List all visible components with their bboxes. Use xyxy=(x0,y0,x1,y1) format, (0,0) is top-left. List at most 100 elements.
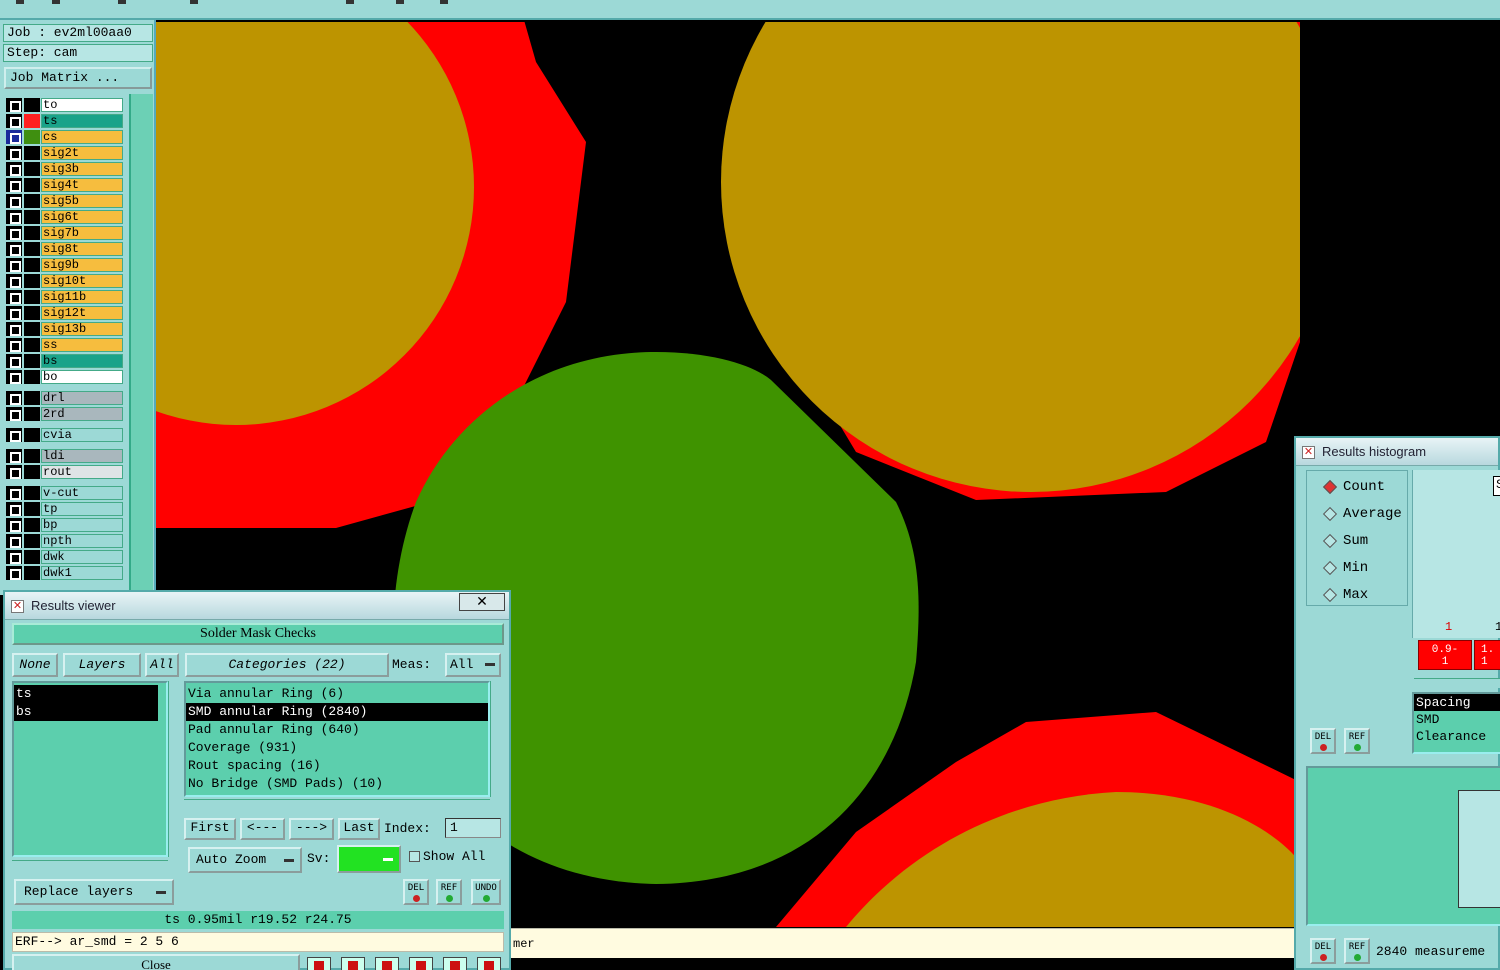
layer-checkbox[interactable] xyxy=(6,242,22,256)
layer-row-drl[interactable]: drl xyxy=(5,390,125,405)
categories-hscrollbar[interactable] xyxy=(184,799,490,811)
layer-color-swatch[interactable] xyxy=(24,428,40,442)
refresh-button[interactable]: REF xyxy=(1344,728,1370,754)
list-item[interactable]: ts xyxy=(14,685,158,703)
layer-row-ts[interactable]: ts xyxy=(5,113,125,128)
layer-checkbox[interactable] xyxy=(6,449,22,463)
layer-name[interactable]: sig9b xyxy=(41,258,123,272)
histogram-hscrollbar[interactable] xyxy=(1414,678,1500,688)
layer-name[interactable]: cvia xyxy=(41,428,123,442)
layer-color-swatch[interactable] xyxy=(24,290,40,304)
categories-list[interactable]: Via annular Ring (6) SMD annular Ring (28… xyxy=(184,681,490,797)
category-item[interactable]: SMD annular Ring (2840) xyxy=(186,703,488,721)
refresh-button[interactable]: REF xyxy=(1344,938,1370,964)
layer-color-swatch[interactable] xyxy=(24,407,40,421)
layer-row-sig5b[interactable]: sig5b xyxy=(5,193,125,208)
layer-row-sig13b[interactable]: sig13b xyxy=(5,321,125,336)
layer-row-ldi[interactable]: ldi xyxy=(5,448,125,463)
layer-row-cvia[interactable]: cvia xyxy=(5,427,125,442)
close-button[interactable]: Close xyxy=(12,954,300,970)
mode-radio-max[interactable]: Max xyxy=(1319,585,1368,605)
layer-color-swatch[interactable] xyxy=(24,449,40,463)
layer-row-v-cut[interactable]: v-cut xyxy=(5,485,125,500)
layer-name[interactable]: ts xyxy=(41,114,123,128)
list-item[interactable]: bs xyxy=(14,703,158,721)
layer-row-bp[interactable]: bp xyxy=(5,517,125,532)
histogram-bin[interactable]: 1. 1 xyxy=(1474,640,1500,670)
layer-row-rout[interactable]: rout xyxy=(5,464,125,479)
layer-checkbox[interactable] xyxy=(6,210,22,224)
layer-color-swatch[interactable] xyxy=(24,534,40,548)
layer-row-sig6t[interactable]: sig6t xyxy=(5,209,125,224)
prev-button[interactable]: <--- xyxy=(240,818,285,840)
category-item[interactable]: Coverage (931) xyxy=(186,739,488,757)
layer-checkbox[interactable] xyxy=(6,534,22,548)
layer-row-npth[interactable]: npth xyxy=(5,533,125,548)
layer-name[interactable]: sig2t xyxy=(41,146,123,160)
next-button[interactable]: ---> xyxy=(289,818,334,840)
layer-color-swatch[interactable] xyxy=(24,338,40,352)
sv-color-select[interactable] xyxy=(337,845,401,873)
layer-name[interactable]: sig7b xyxy=(41,226,123,240)
layer-name[interactable]: tp xyxy=(41,502,123,516)
layer-checkbox[interactable] xyxy=(6,518,22,532)
layer-row-sig3b[interactable]: sig3b xyxy=(5,161,125,176)
categories-scrollbar[interactable] xyxy=(490,681,504,797)
layer-name[interactable]: bo xyxy=(41,370,123,384)
layer-color-swatch[interactable] xyxy=(24,162,40,176)
delete-button[interactable]: DEL xyxy=(1310,728,1336,754)
layer-row-tp[interactable]: tp xyxy=(5,501,125,516)
layer-color-swatch[interactable] xyxy=(24,178,40,192)
measurement-type-list[interactable]: Spacing SMD Clearance xyxy=(1412,692,1500,754)
meas-select[interactable]: All xyxy=(445,653,501,677)
category-item[interactable]: No Bridge (SMD Pads) (10) xyxy=(186,775,488,793)
layer-checkbox[interactable] xyxy=(6,178,22,192)
list-item[interactable]: Spacing xyxy=(1414,694,1500,711)
histogram-settings-button[interactable]: S xyxy=(1493,476,1500,496)
layer-color-swatch[interactable] xyxy=(24,258,40,272)
layer-color-swatch[interactable] xyxy=(24,146,40,160)
histogram-bin[interactable]: 0.9- 1 xyxy=(1418,640,1472,670)
show-all-checkbox[interactable] xyxy=(409,851,420,862)
layer-color-swatch[interactable] xyxy=(24,370,40,384)
layer-checkbox[interactable] xyxy=(6,502,22,516)
layer-checkbox[interactable] xyxy=(6,194,22,208)
layer-name[interactable]: sig6t xyxy=(41,210,123,224)
layer-checkbox[interactable] xyxy=(6,428,22,442)
layer-row-sig12t[interactable]: sig12t xyxy=(5,305,125,320)
layer-row-2rd[interactable]: 2rd xyxy=(5,406,125,421)
layer-name[interactable]: rout xyxy=(41,465,123,479)
layer-row-sig10t[interactable]: sig10t xyxy=(5,273,125,288)
layer-row-bo[interactable]: bo xyxy=(5,369,125,384)
layer-name[interactable]: drl xyxy=(41,391,123,405)
results-viewer-titlebar[interactable]: ✕ Results viewer ✕ xyxy=(5,592,509,620)
delete-button[interactable]: DEL xyxy=(1310,938,1336,964)
category-item[interactable]: Pad annular Ring (640) xyxy=(186,721,488,739)
histogram-titlebar[interactable]: ✕ Results histogram xyxy=(1296,438,1498,466)
layer-color-swatch[interactable] xyxy=(24,210,40,224)
layer-color-swatch[interactable] xyxy=(24,518,40,532)
layer-row-sig9b[interactable]: sig9b xyxy=(5,257,125,272)
layer-color-swatch[interactable] xyxy=(24,550,40,564)
layer-color-swatch[interactable] xyxy=(24,322,40,336)
close-window-button[interactable]: ✕ xyxy=(459,593,505,611)
mode-radio-average[interactable]: Average xyxy=(1319,504,1402,524)
undo-button[interactable]: UNDO xyxy=(471,879,501,905)
mode-radio-min[interactable]: Min xyxy=(1319,558,1368,578)
layer-color-swatch[interactable] xyxy=(24,465,40,479)
layer-checkbox[interactable] xyxy=(6,258,22,272)
layer-color-swatch[interactable] xyxy=(24,194,40,208)
layer-row-dwk1[interactable]: dwk1 xyxy=(5,565,125,580)
layer-checkbox[interactable] xyxy=(6,146,22,160)
layer-name[interactable]: dwk xyxy=(41,550,123,564)
layer-name[interactable]: ss xyxy=(41,338,123,352)
layer-row-dwk[interactable]: dwk xyxy=(5,549,125,564)
all-button[interactable]: All xyxy=(145,653,179,677)
layer-name[interactable]: v-cut xyxy=(41,486,123,500)
layer-name[interactable]: npth xyxy=(41,534,123,548)
layer-checkbox[interactable] xyxy=(6,162,22,176)
layer-row-ss[interactable]: ss xyxy=(5,337,125,352)
layer-name[interactable]: 2rd xyxy=(41,407,123,421)
layer-color-swatch[interactable] xyxy=(24,114,40,128)
layers-button[interactable]: Layers xyxy=(63,653,141,677)
